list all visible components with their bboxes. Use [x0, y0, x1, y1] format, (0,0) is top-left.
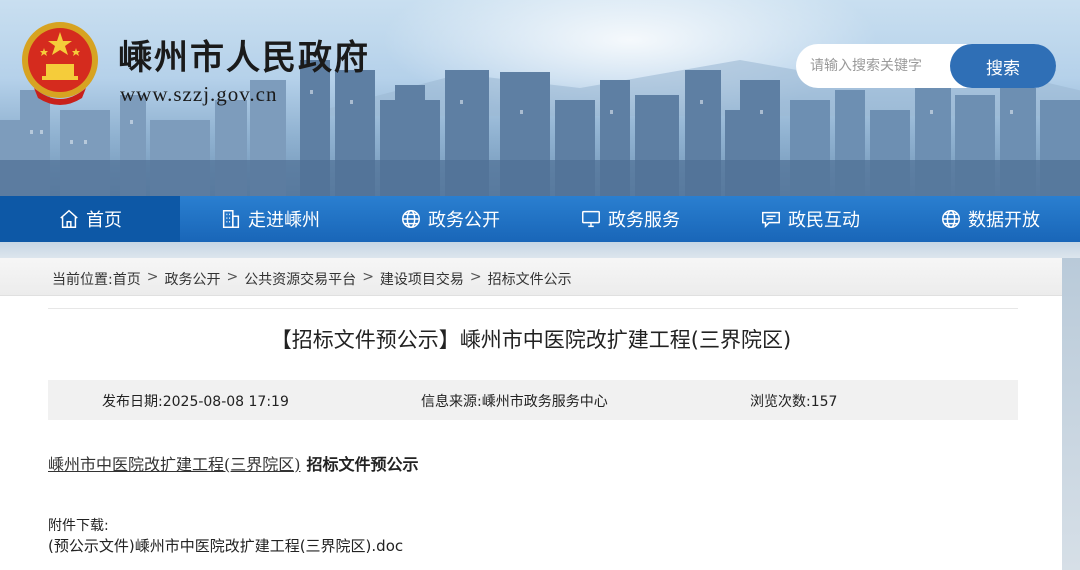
- breadcrumb-item-construction[interactable]: 建设项目交易: [380, 269, 464, 289]
- article-title: 【招标文件预公示】嵊州市中医院改扩建工程(三界院区): [270, 328, 792, 352]
- project-link[interactable]: 嵊州市中医院改扩建工程(三界院区): [48, 455, 301, 474]
- globe-icon: [402, 210, 420, 228]
- building-icon: [222, 210, 240, 228]
- breadcrumb-separator: >: [469, 269, 482, 285]
- article-body: 嵊州市中医院改扩建工程(三界院区) 招标文件预公示: [48, 451, 419, 475]
- publish-date: 发布日期:2025-08-08 17:19: [102, 394, 289, 410]
- breadcrumb-item-gov-affairs-open[interactable]: 政务公开: [164, 269, 220, 289]
- nav-label: 数据开放: [968, 210, 1040, 231]
- content-panel: 当前位置: 首页 > 政务公开 > 公共资源交易平台 > 建设项目交易 > 招标…: [0, 258, 1062, 570]
- attachment-link[interactable]: (预公示文件)嵊州市中医院改扩建工程(三界院区).doc: [48, 535, 403, 556]
- nav-item-interaction[interactable]: 政民互动: [720, 196, 900, 242]
- nav-item-gov-affairs-open[interactable]: 政务公开: [360, 196, 540, 242]
- chat-icon: [762, 211, 780, 229]
- breadcrumb-item-public-resource[interactable]: 公共资源交易平台: [244, 269, 356, 289]
- nav-item-open-data[interactable]: 数据开放: [900, 196, 1080, 242]
- nav-label: 政民互动: [788, 210, 860, 231]
- nav-label: 走进嵊州: [248, 210, 320, 231]
- nav-label: 政务服务: [608, 210, 680, 231]
- nav-label: 首页: [86, 210, 122, 231]
- breadcrumb: 当前位置: 首页 > 政务公开 > 公共资源交易平台 > 建设项目交易 > 招标…: [52, 269, 572, 289]
- breadcrumb-prefix: 当前位置:: [52, 272, 113, 288]
- national-emblem-icon: [22, 22, 98, 105]
- body-bold-text: 招标文件预公示: [306, 455, 419, 474]
- home-icon: [60, 209, 78, 228]
- article-meta-bar: 发布日期:2025-08-08 17:19 信息来源:嵊州市政务服务中心 浏览次…: [48, 380, 1018, 420]
- site-name[interactable]: 嵊州市人民政府: [118, 30, 370, 79]
- main-nav: 首页 走进嵊州 政务公开 政务服务 政民互动 数据开放: [0, 196, 1080, 242]
- site-url[interactable]: www.szzj.gov.cn: [120, 82, 278, 107]
- nav-label: 政务公开: [428, 210, 500, 231]
- breadcrumb-item-bidding-notice[interactable]: 招标文件公示: [488, 269, 572, 289]
- attachment-label: 附件下载:: [48, 518, 109, 534]
- search-box: 搜索: [796, 44, 1056, 88]
- breadcrumb-separator: >: [362, 269, 374, 285]
- nav-item-about[interactable]: 走进嵊州: [180, 196, 360, 242]
- view-count: 浏览次数:157: [750, 394, 838, 410]
- nav-item-gov-services[interactable]: 政务服务: [540, 196, 720, 242]
- breadcrumb-separator: >: [226, 269, 239, 285]
- nav-item-home[interactable]: 首页: [0, 196, 180, 242]
- monitor-icon: [582, 210, 600, 228]
- globe-icon: [942, 210, 960, 228]
- divider: [48, 308, 1018, 309]
- breadcrumb-item-home[interactable]: 首页: [113, 269, 141, 289]
- breadcrumb-separator: >: [146, 269, 159, 285]
- background-edge: [1062, 258, 1080, 570]
- breadcrumb-bar: 当前位置: 首页 > 政务公开 > 公共资源交易平台 > 建设项目交易 > 招标…: [0, 258, 1062, 296]
- search-button[interactable]: 搜索: [950, 44, 1056, 88]
- header-banner: 嵊州市人民政府 www.szzj.gov.cn 搜索: [0, 0, 1080, 196]
- info-source: 信息来源:嵊州市政务服务中心: [421, 394, 608, 410]
- search-input[interactable]: [810, 54, 960, 78]
